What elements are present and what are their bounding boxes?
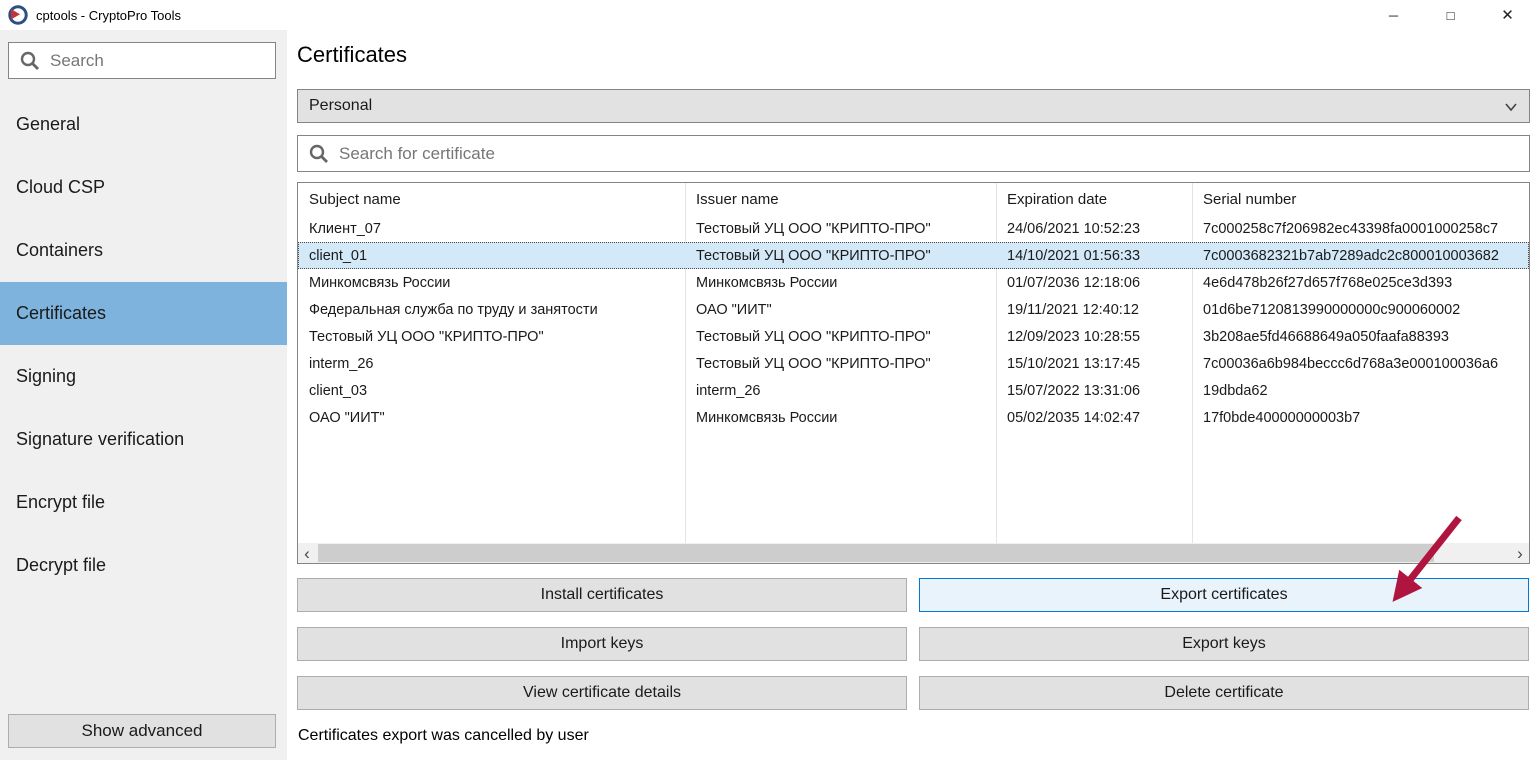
app-logo-icon — [8, 5, 28, 25]
cell-expiration: 24/06/2021 10:52:23 — [996, 221, 1192, 237]
cell-issuer: Тестовый УЦ ООО "КРИПТО-ПРО" — [685, 329, 996, 345]
table-body: Клиент_07 Тестовый УЦ ООО "КРИПТО-ПРО" 2… — [298, 215, 1529, 431]
install-certificates-button[interactable]: Install certificates — [297, 578, 907, 612]
search-icon — [308, 143, 329, 164]
cell-issuer: Тестовый УЦ ООО "КРИПТО-ПРО" — [685, 221, 996, 237]
cell-expiration: 19/11/2021 12:40:12 — [996, 302, 1192, 318]
cell-subject: client_03 — [298, 383, 685, 399]
sidebar-item-label: Certificates — [16, 303, 106, 324]
cell-subject: Минкомсвязь России — [298, 275, 685, 291]
cell-subject: client_01 — [298, 248, 685, 264]
sidebar-search-input[interactable] — [50, 51, 275, 71]
cell-issuer: Тестовый УЦ ООО "КРИПТО-ПРО" — [685, 356, 996, 372]
import-keys-button[interactable]: Import keys — [297, 627, 907, 661]
sidebar-item-signing[interactable]: Signing — [0, 345, 287, 408]
column-header-subject: Subject name — [298, 191, 685, 208]
delete-certificate-button[interactable]: Delete certificate — [919, 676, 1529, 710]
export-certificates-button[interactable]: Export certificates — [919, 578, 1529, 612]
sidebar-item-label: General — [16, 114, 80, 135]
table-row[interactable]: Федеральная служба по труду и занятости … — [298, 296, 1529, 323]
cell-serial: 7c00036a6b984beccc6d768a3e000100036a6 — [1192, 356, 1528, 372]
sidebar-item-label: Signature verification — [16, 429, 184, 450]
table-row[interactable]: ОАО "ИИТ" Минкомсвязь России 05/02/2035 … — [298, 404, 1529, 431]
certificate-store-dropdown[interactable]: Personal — [297, 89, 1530, 123]
scroll-left-icon[interactable]: ‹ — [298, 543, 316, 563]
cell-expiration: 05/02/2035 14:02:47 — [996, 410, 1192, 426]
cell-expiration: 15/10/2021 13:17:45 — [996, 356, 1192, 372]
cell-serial: 4e6d478b26f27d657f768e025ce3d393 — [1192, 275, 1528, 291]
cell-issuer: ОАО "ИИТ" — [685, 302, 996, 318]
main-panel: Certificates Personal Subject name Issue… — [297, 30, 1530, 760]
sidebar-search-box[interactable] — [8, 42, 276, 79]
table-row[interactable]: Клиент_07 Тестовый УЦ ООО "КРИПТО-ПРО" 2… — [298, 215, 1529, 242]
scrollbar-thumb[interactable] — [318, 544, 1434, 562]
cell-serial: 7c000258c7f206982ec43398fa0001000258c7 — [1192, 221, 1528, 237]
window-title: cptools - CryptoPro Tools — [36, 8, 181, 23]
cell-serial: 17f0bde40000000003b7 — [1192, 410, 1528, 426]
store-dropdown-value: Personal — [309, 97, 372, 115]
cell-expiration: 15/07/2022 13:31:06 — [996, 383, 1192, 399]
sidebar-item-signature-verification[interactable]: Signature verification — [0, 408, 287, 471]
sidebar-item-label: Cloud CSP — [16, 177, 105, 198]
cell-subject: Федеральная служба по труду и занятости — [298, 302, 685, 318]
cell-issuer: Минкомсвязь России — [685, 275, 996, 291]
cell-issuer: Минкомсвязь России — [685, 410, 996, 426]
table-row[interactable]: interm_26 Тестовый УЦ ООО "КРИПТО-ПРО" 1… — [298, 350, 1529, 377]
cell-subject: ОАО "ИИТ" — [298, 410, 685, 426]
cell-issuer: interm_26 — [685, 383, 996, 399]
sidebar-item-label: Signing — [16, 366, 76, 387]
search-icon — [19, 50, 40, 71]
table-row[interactable]: Тестовый УЦ ООО "КРИПТО-ПРО" Тестовый УЦ… — [298, 323, 1529, 350]
table-row-selected[interactable]: client_01 Тестовый УЦ ООО "КРИПТО-ПРО" 1… — [298, 242, 1529, 269]
cell-serial: 7c0003682321b7ab7289adc2c800010003682 — [1192, 248, 1528, 264]
window-controls: ─ □ ✕ — [1365, 0, 1536, 30]
certificate-search-box[interactable] — [297, 135, 1530, 172]
sidebar-item-containers[interactable]: Containers — [0, 219, 287, 282]
maximize-button[interactable]: □ — [1422, 0, 1479, 30]
sidebar-item-certificates[interactable]: Certificates — [0, 282, 287, 345]
sidebar-item-cloud-csp[interactable]: Cloud CSP — [0, 156, 287, 219]
certificates-table: Subject name Issuer name Expiration date… — [297, 182, 1530, 564]
view-certificate-details-button[interactable]: View certificate details — [297, 676, 907, 710]
cell-serial: 19dbda62 — [1192, 383, 1528, 399]
sidebar-item-label: Containers — [16, 240, 103, 261]
sidebar-item-label: Decrypt file — [16, 555, 106, 576]
minimize-button[interactable]: ─ — [1365, 0, 1422, 30]
title-bar[interactable]: cptools - CryptoPro Tools ─ □ ✕ — [0, 0, 1539, 30]
column-header-serial: Serial number — [1192, 191, 1528, 208]
close-button[interactable]: ✕ — [1479, 0, 1536, 30]
cell-serial: 3b208ae5fd46688649a050faafa88393 — [1192, 329, 1528, 345]
sidebar-item-encrypt-file[interactable]: Encrypt file — [0, 471, 287, 534]
sidebar-item-general[interactable]: General — [0, 93, 287, 156]
chevron-down-icon — [1503, 99, 1519, 115]
scroll-right-icon[interactable]: › — [1511, 543, 1529, 563]
cell-expiration: 12/09/2023 10:28:55 — [996, 329, 1192, 345]
export-keys-button[interactable]: Export keys — [919, 627, 1529, 661]
cell-issuer: Тестовый УЦ ООО "КРИПТО-ПРО" — [685, 248, 996, 264]
cell-subject: interm_26 — [298, 356, 685, 372]
sidebar: General Cloud CSP Containers Certificate… — [0, 30, 287, 760]
sidebar-nav: General Cloud CSP Containers Certificate… — [0, 93, 287, 597]
certificate-search-input[interactable] — [339, 144, 1529, 164]
sidebar-item-decrypt-file[interactable]: Decrypt file — [0, 534, 287, 597]
show-advanced-button[interactable]: Show advanced — [8, 714, 276, 748]
column-header-expiration: Expiration date — [996, 191, 1192, 208]
sidebar-item-label: Encrypt file — [16, 492, 105, 513]
table-row[interactable]: Минкомсвязь России Минкомсвязь России 01… — [298, 269, 1529, 296]
cell-expiration: 01/07/2036 12:18:06 — [996, 275, 1192, 291]
horizontal-scrollbar[interactable]: ‹ › — [298, 543, 1529, 563]
page-title: Certificates — [297, 42, 407, 68]
cell-subject: Тестовый УЦ ООО "КРИПТО-ПРО" — [298, 329, 685, 345]
status-message: Certificates export was cancelled by use… — [298, 727, 589, 745]
column-header-issuer: Issuer name — [685, 191, 996, 208]
table-header: Subject name Issuer name Expiration date… — [298, 183, 1529, 215]
table-row[interactable]: client_03 interm_26 15/07/2022 13:31:06 … — [298, 377, 1529, 404]
cell-expiration: 14/10/2021 01:56:33 — [996, 248, 1192, 264]
cell-serial: 01d6be7120813990000000c900060002 — [1192, 302, 1528, 318]
cell-subject: Клиент_07 — [298, 221, 685, 237]
